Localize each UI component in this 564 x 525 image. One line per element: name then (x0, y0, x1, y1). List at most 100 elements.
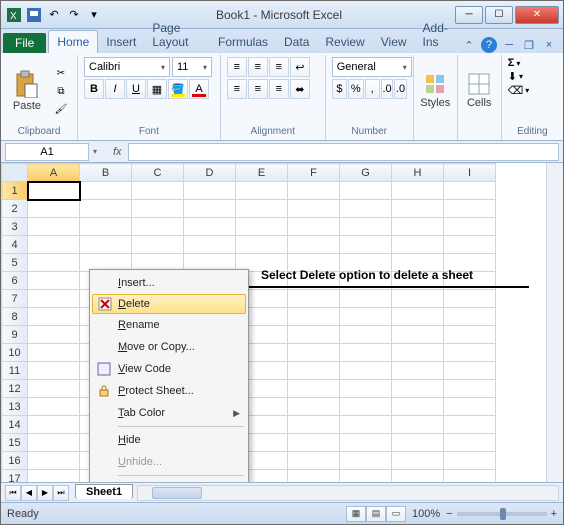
formulas-tab[interactable]: Formulas (210, 31, 276, 53)
cell[interactable] (28, 254, 80, 272)
cell[interactable] (340, 326, 392, 344)
row-header[interactable]: 8 (2, 308, 28, 326)
cell[interactable] (392, 326, 444, 344)
qat-dropdown-icon[interactable]: ▾ (85, 6, 103, 24)
col-header[interactable]: H (392, 164, 444, 182)
cell[interactable] (28, 236, 80, 254)
align-top-button[interactable]: ≡ (227, 57, 247, 77)
ctx-select-all-sheets[interactable]: Select All Sheets (92, 478, 246, 482)
row-header[interactable]: 13 (2, 398, 28, 416)
cell[interactable] (392, 362, 444, 380)
cell[interactable] (132, 236, 184, 254)
cell[interactable] (184, 182, 236, 200)
cell[interactable] (444, 434, 496, 452)
cell[interactable] (132, 200, 184, 218)
cell[interactable] (236, 218, 288, 236)
cell[interactable] (340, 362, 392, 380)
format-painter-icon[interactable]: 🖌 (51, 101, 71, 117)
cell[interactable] (444, 344, 496, 362)
merge-button[interactable]: ⬌ (290, 79, 310, 99)
cell[interactable] (392, 236, 444, 254)
cell[interactable] (392, 200, 444, 218)
align-right-button[interactable]: ≡ (269, 79, 289, 99)
row-header[interactable]: 15 (2, 434, 28, 452)
cell[interactable] (184, 200, 236, 218)
row-header[interactable]: 14 (2, 416, 28, 434)
col-header[interactable]: I (444, 164, 496, 182)
cell[interactable] (392, 290, 444, 308)
page-break-view-button[interactable]: ▭ (386, 506, 406, 522)
zoom-track[interactable] (457, 512, 547, 516)
cell[interactable] (288, 470, 340, 483)
cell[interactable] (28, 380, 80, 398)
name-box[interactable]: A1 (5, 143, 89, 161)
align-left-button[interactable]: ≡ (227, 79, 247, 99)
cell[interactable] (444, 308, 496, 326)
cell[interactable] (444, 398, 496, 416)
save-icon[interactable] (25, 6, 43, 24)
cell[interactable] (288, 236, 340, 254)
row-header[interactable]: 10 (2, 344, 28, 362)
cell[interactable] (28, 434, 80, 452)
file-tab[interactable]: File (3, 33, 46, 53)
nav-last-icon[interactable]: ⏭ (53, 485, 69, 501)
increase-decimal-button[interactable]: .0 (381, 79, 393, 99)
cell[interactable] (288, 326, 340, 344)
cell[interactable] (28, 470, 80, 483)
cell[interactable] (340, 290, 392, 308)
col-header[interactable]: G (340, 164, 392, 182)
cell[interactable] (340, 452, 392, 470)
zoom-out-button[interactable]: − (446, 508, 452, 520)
vertical-scrollbar[interactable] (546, 163, 563, 482)
cell[interactable] (340, 434, 392, 452)
row-header[interactable]: 4 (2, 236, 28, 254)
insert-tab[interactable]: Insert (98, 31, 144, 53)
row-header[interactable]: 5 (2, 254, 28, 272)
cell[interactable] (392, 308, 444, 326)
cell[interactable] (288, 416, 340, 434)
ctx-view-code[interactable]: View Code (92, 358, 246, 380)
cell[interactable] (80, 200, 132, 218)
cell[interactable] (288, 290, 340, 308)
nav-next-icon[interactable]: ▶ (37, 485, 53, 501)
number-format-combo[interactable]: General▾ (332, 57, 412, 77)
cell[interactable] (28, 362, 80, 380)
cell[interactable] (392, 182, 444, 200)
align-middle-button[interactable]: ≡ (248, 57, 268, 77)
cell[interactable] (288, 398, 340, 416)
font-color-button[interactable]: A (189, 79, 209, 99)
row-header[interactable]: 11 (2, 362, 28, 380)
fill-button[interactable]: ⬇▾ (508, 70, 557, 83)
cell[interactable] (392, 416, 444, 434)
scroll-thumb[interactable] (152, 487, 202, 499)
cell[interactable] (236, 182, 288, 200)
row-header[interactable]: 16 (2, 452, 28, 470)
cell[interactable] (132, 182, 184, 200)
cell[interactable] (28, 398, 80, 416)
cell[interactable] (392, 380, 444, 398)
row-header[interactable]: 12 (2, 380, 28, 398)
cell[interactable] (28, 200, 80, 218)
cell[interactable] (340, 182, 392, 200)
view-tab[interactable]: View (373, 31, 415, 53)
cell[interactable] (288, 452, 340, 470)
cell[interactable] (288, 308, 340, 326)
cell[interactable] (340, 398, 392, 416)
cell[interactable] (132, 218, 184, 236)
horizontal-scrollbar[interactable] (137, 485, 559, 501)
select-all-corner[interactable] (2, 164, 28, 182)
cell[interactable] (444, 290, 496, 308)
cell[interactable] (288, 434, 340, 452)
cell[interactable] (340, 380, 392, 398)
cell[interactable] (28, 416, 80, 434)
review-tab[interactable]: Review (317, 31, 372, 53)
fill-color-button[interactable]: 🪣 (168, 79, 188, 99)
cell[interactable] (392, 470, 444, 483)
sheet-tab-sheet1[interactable]: Sheet1 (75, 484, 133, 499)
currency-button[interactable]: $ (332, 79, 347, 99)
cell[interactable] (288, 344, 340, 362)
cell[interactable] (392, 452, 444, 470)
col-header[interactable]: C (132, 164, 184, 182)
row-header[interactable]: 2 (2, 200, 28, 218)
cell[interactable] (444, 236, 496, 254)
